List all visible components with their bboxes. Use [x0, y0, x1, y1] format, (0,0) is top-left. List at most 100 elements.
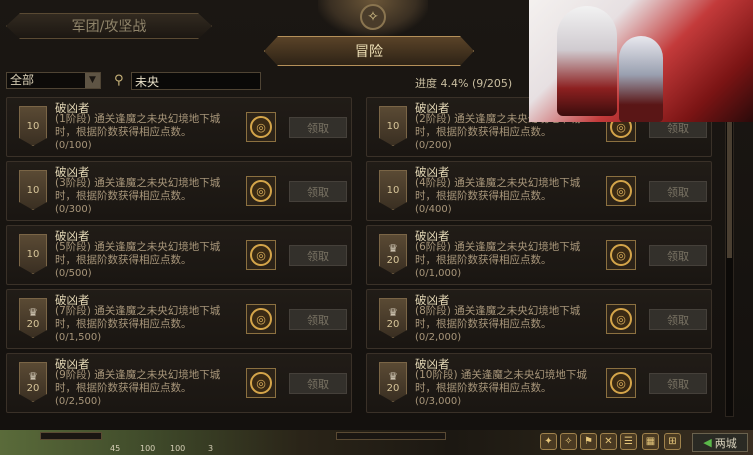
skill-icon[interactable]: ✧: [560, 433, 577, 450]
reward-icon[interactable]: ◎: [606, 304, 636, 334]
achievement-card: 10 破凶者 (4阶段) 通关逢魔之未央幻境地下城时，根据阶数获得相应点数。 (…: [366, 161, 712, 221]
achievement-card: ♛ 20 破凶者 (10阶段) 通关逢魔之未央幻境地下城时，根据阶数获得相应点数…: [366, 353, 712, 413]
achievement-card: ♛ 20 破凶者 (9阶段) 通关逢魔之未央幻境地下城时，根据阶数获得相应点数。…: [6, 353, 352, 413]
achievement-desc: (9阶段) 通关逢魔之未央幻境地下城时，根据阶数获得相应点数。: [55, 369, 221, 394]
badge-points: 20: [26, 318, 40, 330]
achievement-count: (0/500): [55, 268, 92, 279]
claim-button[interactable]: 领取: [289, 309, 347, 330]
mail-icon[interactable]: ☰: [620, 433, 637, 450]
hp-bar: [40, 432, 102, 440]
claim-button[interactable]: 领取: [289, 373, 347, 394]
reward-icon[interactable]: ◎: [246, 176, 276, 206]
reward-icon[interactable]: ◎: [246, 112, 276, 142]
point-badge: ♛ 20: [19, 298, 47, 338]
level-text: 45: [110, 444, 121, 453]
potion-count: 3: [208, 444, 214, 453]
scrollbar[interactable]: [725, 95, 734, 417]
reward-icon[interactable]: ◎: [246, 304, 276, 334]
character-figure: [557, 6, 617, 116]
badge-points: 10: [26, 120, 40, 132]
achievement-card: 10 破凶者 (1阶段) 通关逢魔之未央幻境地下城时，根据阶数获得相应点数。 (…: [6, 97, 352, 157]
achievement-count: (0/2,000): [415, 332, 462, 343]
reward-icon[interactable]: ◎: [246, 240, 276, 270]
badge-points: 20: [386, 254, 400, 266]
badge-points: 20: [386, 318, 400, 330]
claim-button[interactable]: 领取: [289, 181, 347, 202]
achievement-card: 10 破凶者 (5阶段) 通关逢魔之未央幻境地下城时，根据阶数获得相应点数。 (…: [6, 225, 352, 285]
achievement-count: (0/400): [415, 204, 452, 215]
point-badge: ♛ 20: [19, 362, 47, 402]
reward-icon[interactable]: ◎: [606, 240, 636, 270]
category-dropdown[interactable]: 全部 ▼: [6, 72, 101, 89]
skill-bar: [336, 432, 446, 440]
trophy-icon: ♛: [388, 305, 398, 319]
character-figure: [619, 36, 663, 122]
achievement-count: (0/2,500): [55, 396, 102, 407]
badge-points: 10: [386, 184, 400, 196]
bottom-hud: 45 100 100 3 ✦ ✧ ⚑ ✕ ☰ ▦ ⊞ ◀ 两城: [0, 430, 753, 455]
achievement-desc: (4阶段) 通关逢魔之未央幻境地下城时，根据阶数获得相应点数。: [415, 177, 581, 202]
mp-value: 100: [170, 444, 186, 453]
achievement-count: (0/300): [55, 204, 92, 215]
claim-button[interactable]: 领取: [649, 309, 707, 330]
tab-legion[interactable]: 军团/攻坚战: [6, 13, 212, 39]
reward-icon[interactable]: ◎: [606, 368, 636, 398]
progress-text: 进度 4.4% (9/205): [415, 77, 513, 90]
point-badge: 10: [19, 234, 47, 274]
town-button[interactable]: ◀ 两城: [692, 433, 748, 452]
stream-overlay-image: [529, 0, 753, 122]
achievement-desc: (3阶段) 通关逢魔之未央幻境地下城时，根据阶数获得相应点数。: [55, 177, 221, 202]
town-label: 两城: [714, 436, 737, 450]
reward-icon[interactable]: ◎: [246, 368, 276, 398]
claim-button[interactable]: 领取: [649, 373, 707, 394]
reward-icon[interactable]: ◎: [606, 176, 636, 206]
search-icon: ⚲: [114, 73, 124, 88]
compass-icon: ✧: [360, 4, 386, 30]
scroll-thumb[interactable]: [727, 98, 732, 258]
grid-icon[interactable]: ⊞: [664, 433, 681, 450]
chevron-down-icon[interactable]: ▼: [85, 73, 100, 88]
point-badge: 10: [379, 170, 407, 210]
achievement-card: ♛ 20 破凶者 (7阶段) 通关逢魔之未央幻境地下城时，根据阶数获得相应点数。…: [6, 289, 352, 349]
badge-points: 20: [26, 382, 40, 394]
point-badge: ♛ 20: [379, 234, 407, 274]
trophy-icon: ♛: [388, 369, 398, 383]
achievement-desc: (7阶段) 通关逢魔之未央幻境地下城时，根据阶数获得相应点数。: [55, 305, 221, 330]
return-icon: ◀: [703, 436, 712, 449]
achievement-desc: (1阶段) 通关逢魔之未央幻境地下城时，根据阶数获得相应点数。: [55, 113, 221, 138]
achievement-desc: (8阶段) 通关逢魔之未央幻境地下城时，根据阶数获得相应点数。: [415, 305, 581, 330]
badge-points: 10: [386, 120, 400, 132]
tab-adventure[interactable]: 冒险: [264, 36, 474, 66]
badge-points: 20: [386, 382, 400, 394]
achievement-desc: (5阶段) 通关逢魔之未央幻境地下城时，根据阶数获得相应点数。: [55, 241, 221, 266]
achievement-count: (0/100): [55, 140, 92, 151]
hp-value: 100: [140, 444, 156, 453]
claim-button[interactable]: 领取: [649, 245, 707, 266]
settings-icon[interactable]: ✕: [600, 433, 617, 450]
claim-button[interactable]: 领取: [289, 245, 347, 266]
trophy-icon: ♛: [28, 305, 38, 319]
point-badge: ♛ 20: [379, 362, 407, 402]
point-badge: ♛ 20: [379, 298, 407, 338]
achievement-count: (0/3,000): [415, 396, 462, 407]
trophy-icon: ♛: [28, 369, 38, 383]
search-input[interactable]: [131, 72, 261, 90]
achievement-count: (0/200): [415, 140, 452, 151]
menu-icon[interactable]: ▦: [642, 433, 659, 450]
badge-points: 10: [26, 248, 40, 260]
badge-points: 10: [26, 184, 40, 196]
quest-icon[interactable]: ✦: [540, 433, 557, 450]
achievement-card: 10 破凶者 (3阶段) 通关逢魔之未央幻境地下城时，根据阶数获得相应点数。 (…: [6, 161, 352, 221]
claim-button[interactable]: 领取: [289, 117, 347, 138]
point-badge: 10: [19, 170, 47, 210]
dropdown-value: 全部: [10, 73, 35, 87]
achievement-card: ♛ 20 破凶者 (6阶段) 通关逢魔之未央幻境地下城时，根据阶数获得相应点数。…: [366, 225, 712, 285]
achievement-count: (0/1,500): [55, 332, 102, 343]
achievement-desc: (6阶段) 通关逢魔之未央幻境地下城时，根据阶数获得相应点数。: [415, 241, 581, 266]
point-badge: 10: [19, 106, 47, 146]
party-icon[interactable]: ⚑: [580, 433, 597, 450]
achievement-card: ♛ 20 破凶者 (8阶段) 通关逢魔之未央幻境地下城时，根据阶数获得相应点数。…: [366, 289, 712, 349]
achievement-desc: (10阶段) 通关逢魔之未央幻境地下城时，根据阶数获得相应点数。: [415, 369, 587, 394]
achievement-count: (0/1,000): [415, 268, 462, 279]
claim-button[interactable]: 领取: [649, 181, 707, 202]
